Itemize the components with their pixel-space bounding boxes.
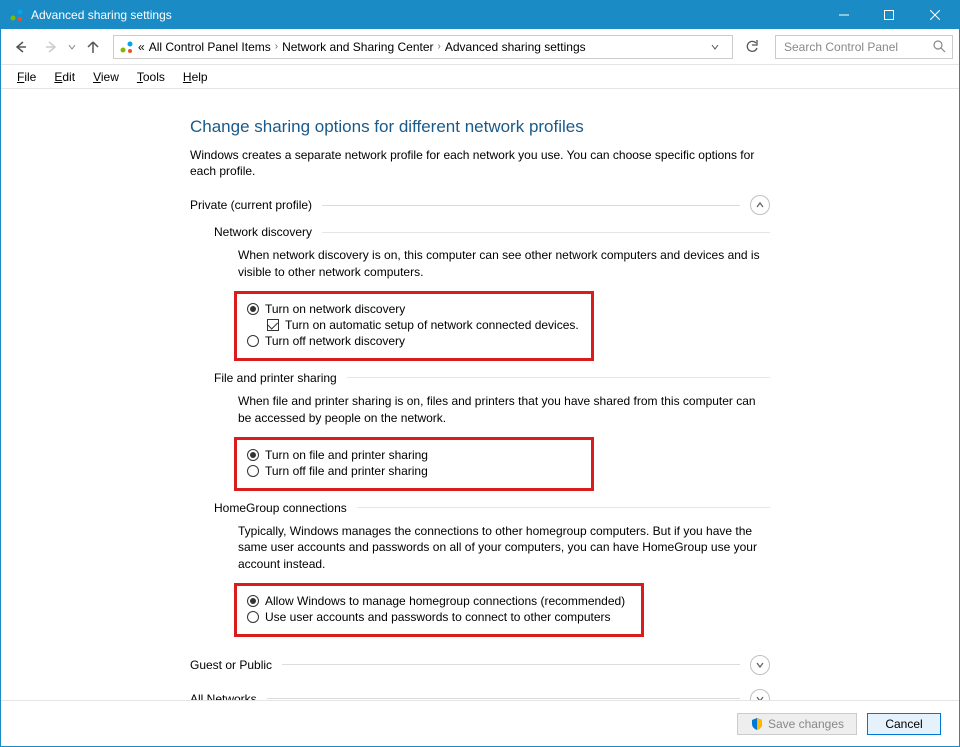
divider	[347, 377, 770, 378]
profile-guest-header[interactable]: Guest or Public	[190, 655, 770, 675]
section-heading: HomeGroup connections	[214, 501, 347, 515]
radio-hg-user[interactable]: Use user accounts and passwords to conne…	[247, 610, 631, 624]
profile-all-label: All Networks	[190, 692, 257, 700]
section-description: When network discovery is on, this compu…	[238, 247, 770, 281]
recent-locations-dropdown[interactable]	[67, 43, 77, 51]
maximize-button[interactable]	[866, 1, 911, 29]
up-button[interactable]	[79, 34, 107, 60]
section-homegroup: HomeGroup connections Typically, Windows…	[214, 501, 770, 637]
menu-help[interactable]: Help	[177, 68, 214, 86]
option-label: Turn on network discovery	[265, 302, 405, 316]
option-label: Turn on automatic setup of network conne…	[285, 318, 579, 332]
menu-file[interactable]: F/*noop*/ile	[11, 68, 42, 86]
expand-button[interactable]	[750, 689, 770, 700]
location-icon	[118, 38, 136, 56]
title-bar: Advanced sharing settings	[1, 1, 959, 29]
breadcrumb[interactable]: « All Control Panel Items › Network and …	[113, 35, 733, 59]
section-file-printer: File and printer sharing When file and p…	[214, 371, 770, 491]
radio-icon	[247, 465, 259, 477]
section-description: Typically, Windows manages the connectio…	[238, 523, 770, 573]
highlight-box: Allow Windows to manage homegroup connec…	[234, 583, 644, 637]
checkbox-icon	[267, 319, 279, 331]
page-heading: Change sharing options for different net…	[190, 117, 770, 137]
expand-button[interactable]	[750, 655, 770, 675]
breadcrumb-prefix: «	[138, 40, 145, 54]
cancel-button[interactable]: Cancel	[867, 713, 941, 735]
minimize-button[interactable]	[821, 1, 866, 29]
breadcrumb-dropdown[interactable]	[710, 42, 728, 52]
radio-nd-on[interactable]: Turn on network discovery	[247, 302, 581, 316]
divider	[357, 507, 770, 508]
radio-icon	[247, 611, 259, 623]
radio-icon	[247, 335, 259, 347]
radio-hg-allow[interactable]: Allow Windows to manage homegroup connec…	[247, 594, 631, 608]
save-button-label: Save changes	[768, 717, 844, 731]
chevron-right-icon: ›	[438, 41, 441, 52]
breadcrumb-item[interactable]: Network and Sharing Center	[282, 40, 433, 54]
menu-tools[interactable]: Tools	[131, 68, 171, 86]
option-label: Turn off network discovery	[265, 334, 405, 348]
search-icon	[933, 40, 946, 53]
divider	[267, 698, 740, 699]
chevron-right-icon: ›	[275, 41, 278, 52]
profile-private-header[interactable]: Private (current profile)	[190, 195, 770, 215]
shield-icon	[750, 717, 764, 731]
refresh-button[interactable]	[739, 35, 765, 59]
navigation-bar: « All Control Panel Items › Network and …	[1, 29, 959, 65]
breadcrumb-item[interactable]: Advanced sharing settings	[445, 40, 586, 54]
window-controls	[821, 1, 959, 29]
radio-icon	[247, 303, 259, 315]
menu-bar: F/*noop*/ile Edit View Tools Help	[1, 65, 959, 89]
divider	[322, 205, 740, 206]
back-button[interactable]	[7, 34, 35, 60]
highlight-box: Turn on file and printer sharing Turn of…	[234, 437, 594, 491]
section-network-discovery: Network discovery When network discovery…	[214, 225, 770, 361]
checkbox-nd-auto[interactable]: Turn on automatic setup of network conne…	[267, 318, 581, 332]
highlight-box: Turn on network discovery Turn on automa…	[234, 291, 594, 361]
radio-fp-off[interactable]: Turn off file and printer sharing	[247, 464, 581, 478]
radio-nd-off[interactable]: Turn off network discovery	[247, 334, 581, 348]
divider	[322, 232, 770, 233]
option-label: Turn on file and printer sharing	[265, 448, 428, 462]
section-heading: Network discovery	[214, 225, 312, 239]
menu-edit[interactable]: Edit	[48, 68, 81, 86]
profile-all-header[interactable]: All Networks	[190, 689, 770, 700]
collapse-button[interactable]	[750, 195, 770, 215]
app-icon	[9, 7, 25, 23]
section-description: When file and printer sharing is on, fil…	[238, 393, 770, 427]
divider	[282, 664, 740, 665]
breadcrumb-item[interactable]: All Control Panel Items	[149, 40, 271, 54]
option-label: Allow Windows to manage homegroup connec…	[265, 594, 625, 608]
search-box[interactable]	[775, 35, 953, 59]
radio-icon	[247, 449, 259, 461]
section-heading: File and printer sharing	[214, 371, 337, 385]
profile-private-label: Private (current profile)	[190, 198, 312, 212]
cancel-button-label: Cancel	[885, 717, 922, 731]
radio-icon	[247, 595, 259, 607]
save-changes-button[interactable]: Save changes	[737, 713, 857, 735]
forward-button[interactable]	[37, 34, 65, 60]
footer-bar: Save changes Cancel	[1, 700, 959, 746]
profile-guest-label: Guest or Public	[190, 658, 272, 672]
content-area: Change sharing options for different net…	[1, 89, 959, 700]
radio-fp-on[interactable]: Turn on file and printer sharing	[247, 448, 581, 462]
option-label: Use user accounts and passwords to conne…	[265, 610, 611, 624]
window-title: Advanced sharing settings	[31, 8, 172, 22]
option-label: Turn off file and printer sharing	[265, 464, 428, 478]
close-button[interactable]	[911, 1, 959, 29]
page-intro: Windows creates a separate network profi…	[190, 147, 770, 179]
search-input[interactable]	[782, 39, 946, 55]
menu-view[interactable]: View	[87, 68, 125, 86]
